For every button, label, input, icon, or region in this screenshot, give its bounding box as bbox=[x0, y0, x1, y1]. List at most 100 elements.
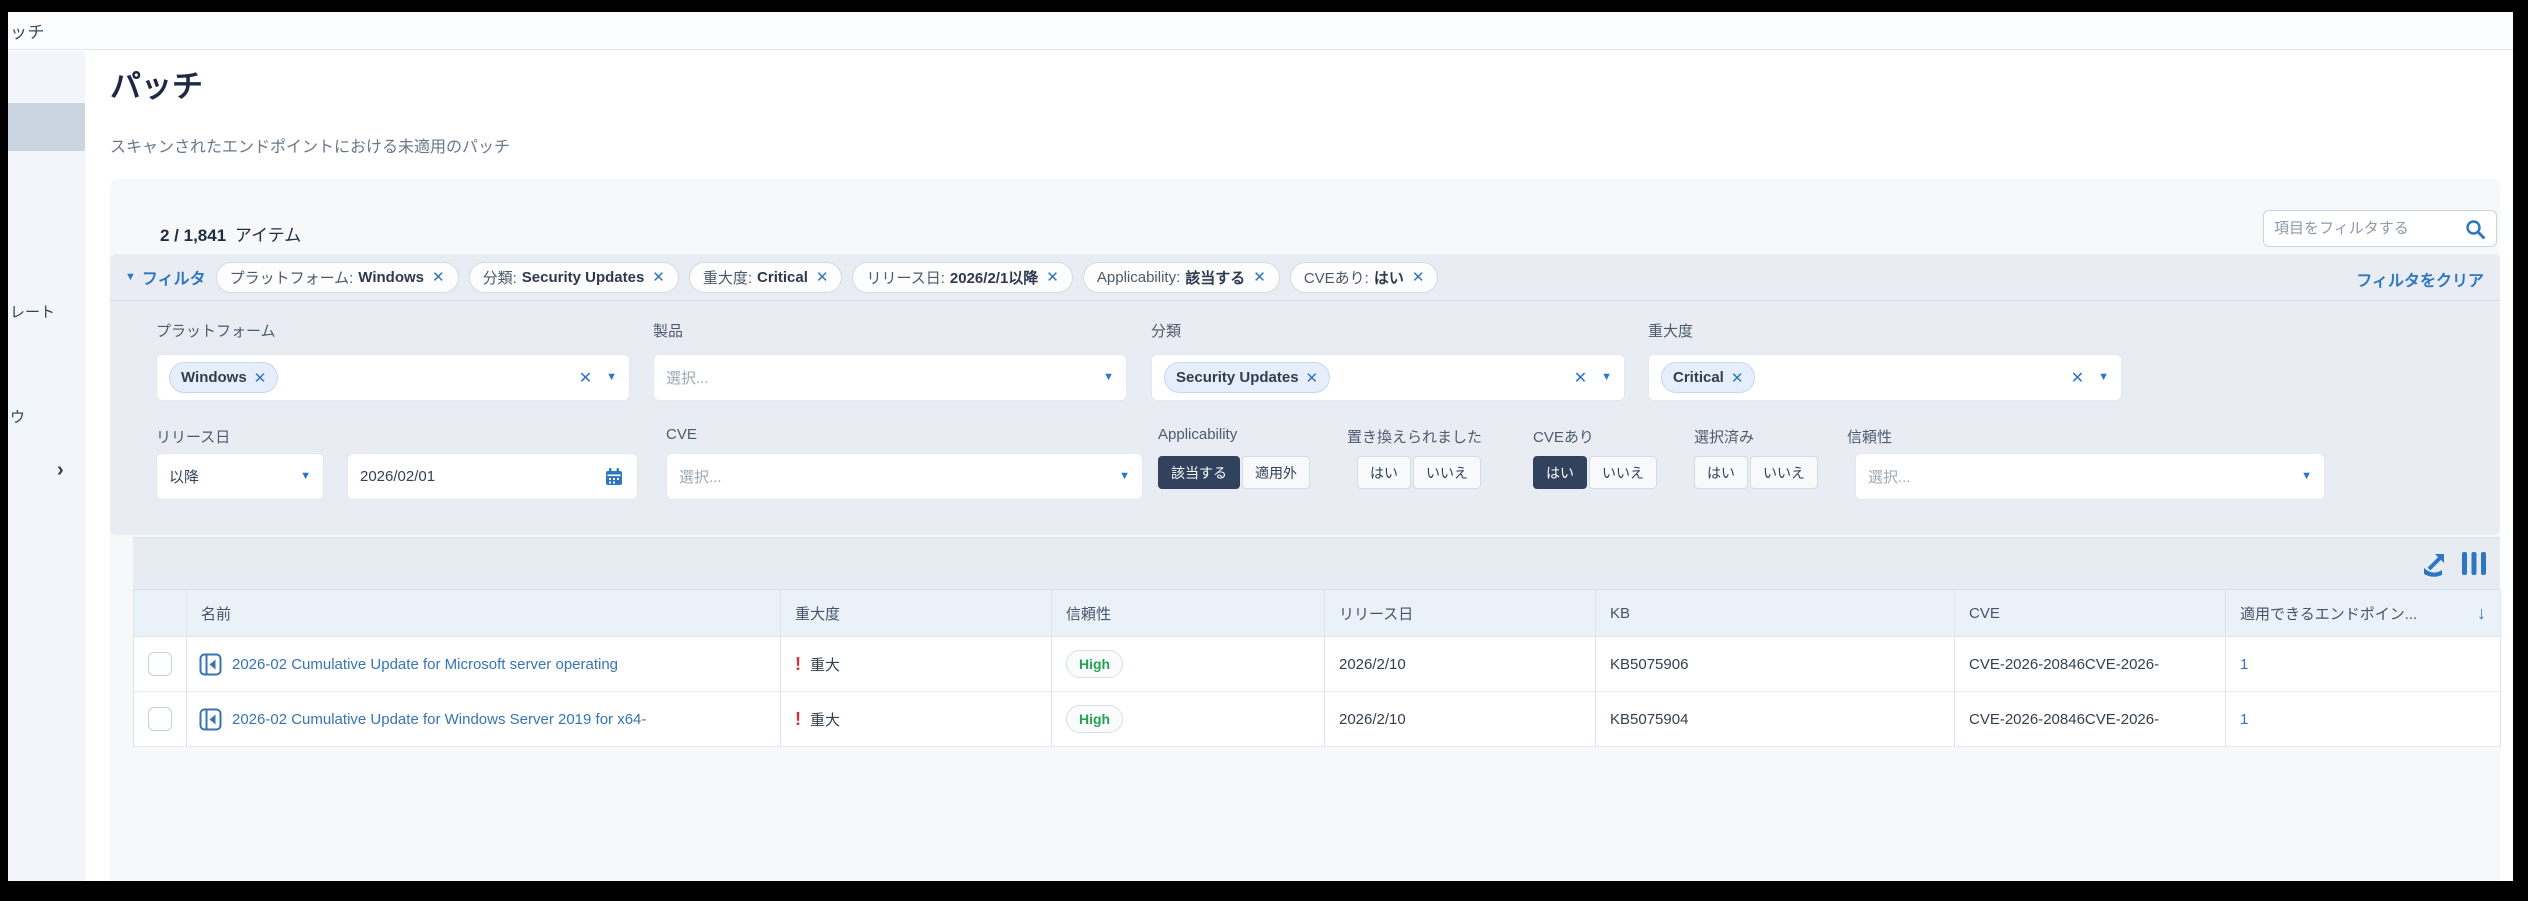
applicability-toggle: 該当する 適用外 bbox=[1158, 456, 1310, 489]
filter-chip-release-date[interactable]: リリース日: 2026/2/1以降 ✕ bbox=[852, 262, 1072, 293]
selected-option-no[interactable]: いいえ bbox=[1750, 456, 1818, 489]
superseded-label: 置き換えられました bbox=[1347, 426, 1482, 447]
release-date-input[interactable] bbox=[360, 468, 540, 485]
clear-filters-link[interactable]: フィルタをクリア bbox=[2356, 267, 2484, 291]
patches-panel: 2 / 1,841 アイテム ▼ フィルタ プラットフォーム: W bbox=[110, 179, 2500, 881]
search-input[interactable] bbox=[2274, 220, 2458, 237]
combobox-clear-icon[interactable]: ✕ bbox=[1574, 368, 1587, 388]
severity-combobox[interactable]: Critical ✕ ✕ ▼ bbox=[1648, 354, 2122, 401]
patch-name-link[interactable]: 2026-02 Cumulative Update for Microsoft … bbox=[232, 656, 618, 673]
item-count-suffix: アイテム bbox=[235, 226, 301, 245]
caret-down-icon[interactable]: ▼ bbox=[1601, 372, 1612, 383]
column-header-kb[interactable]: KB bbox=[1596, 590, 1955, 637]
column-header-release-date[interactable]: リリース日 bbox=[1325, 590, 1596, 637]
row-checkbox[interactable] bbox=[148, 652, 172, 676]
column-header-name[interactable]: 名前 bbox=[187, 590, 781, 637]
filter-chip-classification[interactable]: 分類: Security Updates ✕ bbox=[469, 262, 679, 293]
critical-exclamation-icon: ! bbox=[795, 709, 801, 730]
sidebar-expand-chevron-icon[interactable]: › bbox=[57, 459, 64, 482]
classification-label: 分類 bbox=[1151, 320, 1181, 341]
applicability-label: Applicability bbox=[1158, 426, 1237, 443]
chip-remove-icon[interactable]: ✕ bbox=[1046, 268, 1059, 286]
filter-section: ▼ フィルタ プラットフォーム: Windows ✕ 分類: Security … bbox=[110, 254, 2500, 535]
open-side-panel-icon[interactable] bbox=[199, 653, 222, 676]
patch-name-link[interactable]: 2026-02 Cumulative Update for Windows Se… bbox=[232, 711, 646, 728]
app-window: ッチ レート ウ › パッチ スキャンされたエンドポイントにおける未適用のパッチ… bbox=[8, 12, 2513, 881]
applicability-option-applicable[interactable]: 該当する bbox=[1158, 456, 1240, 489]
endpoints-count-link[interactable]: 1 bbox=[2240, 656, 2248, 673]
page-subtitle: スキャンされたエンドポイントにおける未適用のパッチ bbox=[110, 133, 510, 157]
kb-value: KB5075906 bbox=[1596, 637, 1955, 692]
sidebar-item-selected[interactable] bbox=[8, 103, 85, 151]
search-icon[interactable] bbox=[2464, 218, 2486, 240]
chip-remove-icon[interactable]: ✕ bbox=[1412, 268, 1425, 286]
filter-chip-platform[interactable]: プラットフォーム: Windows ✕ bbox=[216, 262, 459, 293]
release-date-operator-select[interactable]: 以降 ▼ bbox=[156, 453, 324, 500]
table-toolbar bbox=[133, 537, 2500, 589]
combobox-clear-icon[interactable]: ✕ bbox=[579, 368, 592, 388]
tag-remove-icon[interactable]: ✕ bbox=[1731, 369, 1744, 387]
release-date-value: 2026/2/10 bbox=[1325, 637, 1596, 692]
has-cve-label: CVEあり bbox=[1533, 426, 1594, 447]
applicability-option-not-applicable[interactable]: 適用外 bbox=[1242, 456, 1310, 489]
chip-remove-icon[interactable]: ✕ bbox=[1253, 268, 1266, 286]
column-header-confidence[interactable]: 信頼性 bbox=[1052, 590, 1325, 637]
cve-combobox[interactable]: 選択... ▼ bbox=[666, 453, 1143, 500]
chip-remove-icon[interactable]: ✕ bbox=[432, 268, 445, 286]
cve-label: CVE bbox=[666, 426, 697, 443]
column-header-cve[interactable]: CVE bbox=[1955, 590, 2226, 637]
page-title: パッチ bbox=[110, 61, 203, 106]
open-side-panel-icon[interactable] bbox=[199, 708, 222, 731]
select-all-header[interactable] bbox=[134, 590, 187, 637]
caret-down-icon[interactable]: ▼ bbox=[606, 372, 617, 383]
column-header-severity[interactable]: 重大度 bbox=[781, 590, 1052, 637]
filter-chip-applicability[interactable]: Applicability: 該当する ✕ bbox=[1083, 262, 1280, 293]
selected-option-yes[interactable]: はい bbox=[1694, 456, 1748, 489]
critical-exclamation-icon: ! bbox=[795, 654, 801, 675]
filter-chip-severity[interactable]: 重大度: Critical ✕ bbox=[689, 262, 843, 293]
release-date-input-wrap bbox=[347, 453, 638, 500]
superseded-option-no[interactable]: いいえ bbox=[1413, 456, 1481, 489]
row-checkbox[interactable] bbox=[148, 707, 172, 731]
chip-remove-icon[interactable]: ✕ bbox=[816, 268, 829, 286]
combobox-clear-icon[interactable]: ✕ bbox=[2071, 368, 2084, 388]
topbar-breadcrumb: ッチ bbox=[10, 18, 45, 43]
export-icon[interactable] bbox=[2421, 550, 2448, 577]
product-combobox[interactable]: 選択... ▼ bbox=[653, 354, 1127, 401]
top-bar: ッチ bbox=[8, 12, 2513, 50]
tag-remove-icon[interactable]: ✕ bbox=[1306, 369, 1319, 387]
platform-combobox[interactable]: Windows ✕ ✕ ▼ bbox=[156, 354, 630, 401]
severity-label: 重大度 bbox=[1648, 320, 1693, 341]
confidence-combobox[interactable]: 選択... ▼ bbox=[1855, 453, 2325, 500]
item-count: 2 / 1,841 アイテム bbox=[160, 221, 301, 246]
sidebar: レート ウ › bbox=[8, 51, 85, 881]
chip-remove-icon[interactable]: ✕ bbox=[652, 268, 665, 286]
classification-combobox[interactable]: Security Updates ✕ ✕ ▼ bbox=[1151, 354, 1625, 401]
caret-down-icon: ▼ bbox=[125, 272, 136, 283]
item-count-value: 2 / 1,841 bbox=[160, 226, 226, 245]
caret-down-icon[interactable]: ▼ bbox=[1103, 372, 1114, 383]
sidebar-item-window[interactable]: ウ bbox=[10, 406, 25, 427]
caret-down-icon[interactable]: ▼ bbox=[300, 471, 311, 482]
tag-remove-icon[interactable]: ✕ bbox=[254, 369, 267, 387]
caret-down-icon[interactable]: ▼ bbox=[2301, 471, 2312, 482]
confidence-label: 信頼性 bbox=[1847, 426, 1892, 447]
column-header-endpoints[interactable]: 適用できるエンドポイン... ↓ bbox=[2226, 590, 2501, 637]
filter-collapse-toggle[interactable]: ▼ フィルタ bbox=[125, 265, 206, 289]
cve-value: CVE-2026-20846CVE-2026- bbox=[1955, 637, 2226, 692]
endpoints-count-link[interactable]: 1 bbox=[2240, 711, 2248, 728]
sidebar-item-template[interactable]: レート bbox=[10, 301, 55, 322]
has-cve-option-yes[interactable]: はい bbox=[1533, 456, 1587, 489]
superseded-option-yes[interactable]: はい bbox=[1357, 456, 1411, 489]
cve-value: CVE-2026-20846CVE-2026- bbox=[1955, 692, 2226, 747]
caret-down-icon[interactable]: ▼ bbox=[2098, 372, 2109, 383]
main-content: パッチ スキャンされたエンドポイントにおける未適用のパッチ 2 / 1,841 … bbox=[85, 51, 2513, 881]
caret-down-icon[interactable]: ▼ bbox=[1119, 471, 1130, 482]
calendar-icon[interactable] bbox=[603, 466, 625, 488]
filter-chip-has-cve[interactable]: CVEあり: はい ✕ bbox=[1290, 262, 1439, 293]
kb-value: KB5075904 bbox=[1596, 692, 1955, 747]
columns-icon[interactable] bbox=[2462, 550, 2486, 577]
selected-toggle: はい いいえ bbox=[1694, 456, 1818, 489]
sort-desc-icon[interactable]: ↓ bbox=[2477, 603, 2486, 624]
has-cve-option-no[interactable]: いいえ bbox=[1589, 456, 1657, 489]
